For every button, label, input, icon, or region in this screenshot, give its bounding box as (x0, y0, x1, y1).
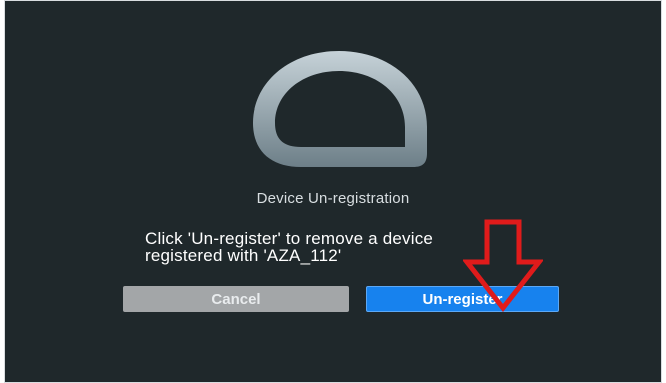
unregister-button[interactable]: Un-register (366, 286, 559, 312)
dialog-message-line1: Click 'Un-register' to remove a device (145, 229, 434, 248)
dialog-title: Device Un-registration (256, 190, 410, 207)
app-logo-icon (253, 51, 427, 167)
dialog-message: Click 'Un-register' to remove a device r… (145, 230, 535, 264)
unregister-dialog: Device Un-registration Click 'Un-registe… (4, 0, 662, 383)
dialog-message-line2: registered with 'AZA_112' (145, 246, 342, 265)
cancel-button[interactable]: Cancel (123, 286, 349, 312)
